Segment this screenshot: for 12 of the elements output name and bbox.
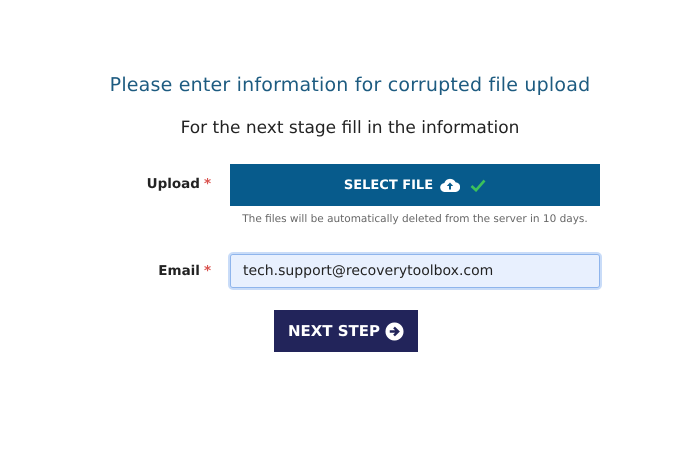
field-label: Upload <box>146 176 200 192</box>
cloud-upload-icon <box>440 178 460 192</box>
email-field[interactable]: tech.support@recoverytoolbox.com <box>230 254 600 288</box>
select-file-button[interactable]: SELECT FILE <box>230 164 600 206</box>
auto-delete-note: The files will be automatically deleted from the server in 10 days. <box>241 213 589 225</box>
next-step-button[interactable]: NEXT STEP <box>274 310 418 352</box>
arrow-circle-icon <box>385 322 404 340</box>
form-title: Please enter information for corrupted file upload <box>110 74 590 96</box>
form-subtitle: For the next stage fill in the information <box>180 118 520 138</box>
required-mark: * <box>204 176 211 192</box>
required-mark: * <box>204 263 211 279</box>
field-label: Email <box>158 263 200 279</box>
